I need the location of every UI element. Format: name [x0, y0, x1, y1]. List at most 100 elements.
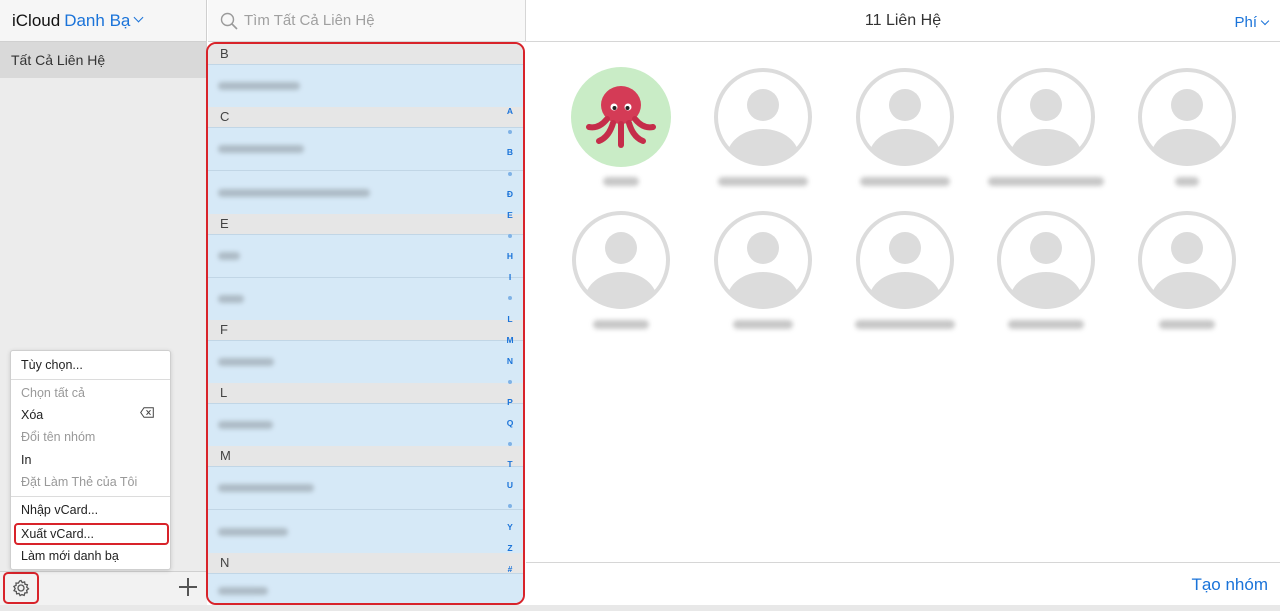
contact-card[interactable]	[713, 210, 813, 340]
index-letter[interactable]: A	[504, 106, 516, 116]
index-letter[interactable]: Z	[504, 543, 516, 553]
sort-label: Phí	[1234, 14, 1257, 31]
contact-name-blurred	[218, 188, 370, 197]
contact-name-blurred	[218, 527, 288, 536]
index-letter[interactable]: U	[504, 480, 516, 490]
contact-card[interactable]	[1137, 210, 1237, 340]
menu-item-export-vcard[interactable]: Xuất vCard...	[21, 524, 162, 544]
sidebar-item-all-contacts[interactable]: Tất Cả Liên Hệ	[0, 42, 206, 78]
contact-name-blurred	[1175, 177, 1199, 186]
index-dot	[508, 442, 512, 446]
menu-item-make-my-card: Đặt Làm Thẻ của Tôi	[21, 475, 138, 489]
section-header-e: E	[208, 214, 523, 234]
index-letter[interactable]: Đ	[504, 189, 516, 199]
new-group-button[interactable]: Tạo nhóm	[1191, 575, 1268, 595]
index-letter[interactable]: T	[504, 459, 516, 469]
index-dot	[508, 172, 512, 176]
contact-card[interactable]	[713, 67, 813, 197]
index-dot	[508, 296, 512, 300]
contact-name-blurred	[218, 252, 240, 260]
menu-separator	[11, 496, 170, 497]
contact-card[interactable]	[996, 210, 1096, 340]
contact-name-blurred	[733, 320, 793, 329]
menu-item-import-vcard[interactable]: Nhập vCard...	[21, 500, 162, 520]
contact-name-blurred	[1008, 320, 1084, 329]
menu-item-refresh-contacts[interactable]: Làm mới danh bạ	[21, 546, 162, 566]
contact-name-blurred	[718, 177, 808, 186]
contacts-grid-pane: 11 Liên Hệ Phí Tạo nhóm	[526, 0, 1280, 611]
contact-row[interactable]	[208, 277, 523, 320]
contact-row[interactable]	[208, 170, 523, 214]
contact-name-blurred	[988, 177, 1104, 186]
contact-card[interactable]	[571, 210, 671, 340]
section-header-m: M	[208, 446, 523, 466]
contact-card[interactable]	[855, 67, 955, 197]
contact-card[interactable]	[1137, 67, 1237, 197]
window-bottom-edge	[0, 605, 1280, 611]
menu-item-preferences[interactable]: Tùy chọn...	[21, 355, 162, 375]
add-contact-button[interactable]	[178, 577, 198, 597]
main-header: 11 Liên Hệ Phí	[526, 0, 1280, 42]
contact-name-blurred	[593, 320, 649, 329]
index-letter[interactable]: B	[504, 147, 516, 157]
index-letter[interactable]: Y	[504, 522, 516, 532]
menu-item-delete-label: Xóa	[21, 408, 44, 422]
person-silhouette-icon	[572, 211, 670, 309]
contact-row[interactable]	[208, 509, 523, 553]
index-dot	[508, 380, 512, 384]
contact-card[interactable]	[855, 210, 955, 340]
index-letter[interactable]: E	[504, 210, 516, 220]
contact-name-blurred	[218, 586, 268, 595]
contact-name-blurred	[218, 145, 304, 153]
alphabet-index[interactable]: A B Đ E H I L M N P Q T U Y Z #	[504, 44, 516, 603]
contact-card[interactable]	[988, 67, 1104, 197]
person-silhouette-icon	[714, 68, 812, 166]
contact-name-blurred	[855, 320, 955, 329]
contact-row[interactable]	[208, 466, 523, 509]
contact-row[interactable]	[208, 234, 523, 277]
person-silhouette-icon	[856, 211, 954, 309]
index-letter[interactable]: L	[504, 314, 516, 324]
index-letter[interactable]: P	[504, 397, 516, 407]
delete-key-icon	[140, 407, 154, 418]
contact-card[interactable]	[571, 67, 671, 197]
contact-name-blurred	[1159, 320, 1215, 329]
search-input[interactable]: Tìm Tất Cả Liên Hệ	[244, 12, 375, 29]
octopus-avatar-icon	[571, 67, 671, 167]
person-silhouette-icon	[714, 211, 812, 309]
gear-button[interactable]	[3, 572, 39, 604]
contact-row[interactable]	[208, 340, 523, 383]
contact-row[interactable]	[208, 573, 523, 603]
section-header-l: L	[208, 383, 523, 403]
contact-row[interactable]	[208, 64, 523, 107]
main-footer: Tạo nhóm	[526, 562, 1280, 611]
search-bar[interactable]: Tìm Tất Cả Liên Hệ	[208, 0, 526, 42]
settings-menu: Tùy chọn... Chọn tất cả Xóa Đổi tên nhóm…	[10, 350, 171, 570]
contact-list: B C E F L M N A B Đ E H I L M N P Q T U …	[206, 42, 525, 605]
contact-name-blurred	[218, 358, 274, 366]
brand-label: iCloud	[12, 10, 61, 30]
contact-row[interactable]	[208, 127, 523, 170]
menu-separator	[11, 379, 170, 380]
search-icon	[220, 12, 238, 30]
app-title[interactable]: iCloud Danh Bạ	[0, 0, 206, 42]
index-letter[interactable]: N	[504, 356, 516, 366]
index-letter[interactable]: M	[504, 335, 516, 345]
index-dot	[508, 234, 512, 238]
index-dot	[508, 130, 512, 134]
index-letter[interactable]: #	[504, 564, 516, 574]
menu-item-delete[interactable]: Xóa	[21, 405, 162, 425]
section-header-f: F	[208, 320, 523, 340]
contact-row[interactable]	[208, 403, 523, 446]
contact-name-blurred	[218, 295, 244, 303]
index-dot	[508, 504, 512, 508]
index-letter[interactable]: I	[504, 272, 516, 282]
contact-name-blurred	[218, 484, 314, 492]
section-label: Danh Bạ	[64, 10, 131, 30]
person-silhouette-icon	[1138, 211, 1236, 309]
sort-button[interactable]: Phí	[1234, 14, 1270, 31]
menu-item-rename-group: Đổi tên nhóm	[21, 430, 96, 444]
menu-item-print[interactable]: In	[21, 450, 162, 470]
index-letter[interactable]: H	[504, 251, 516, 261]
index-letter[interactable]: Q	[504, 418, 516, 428]
